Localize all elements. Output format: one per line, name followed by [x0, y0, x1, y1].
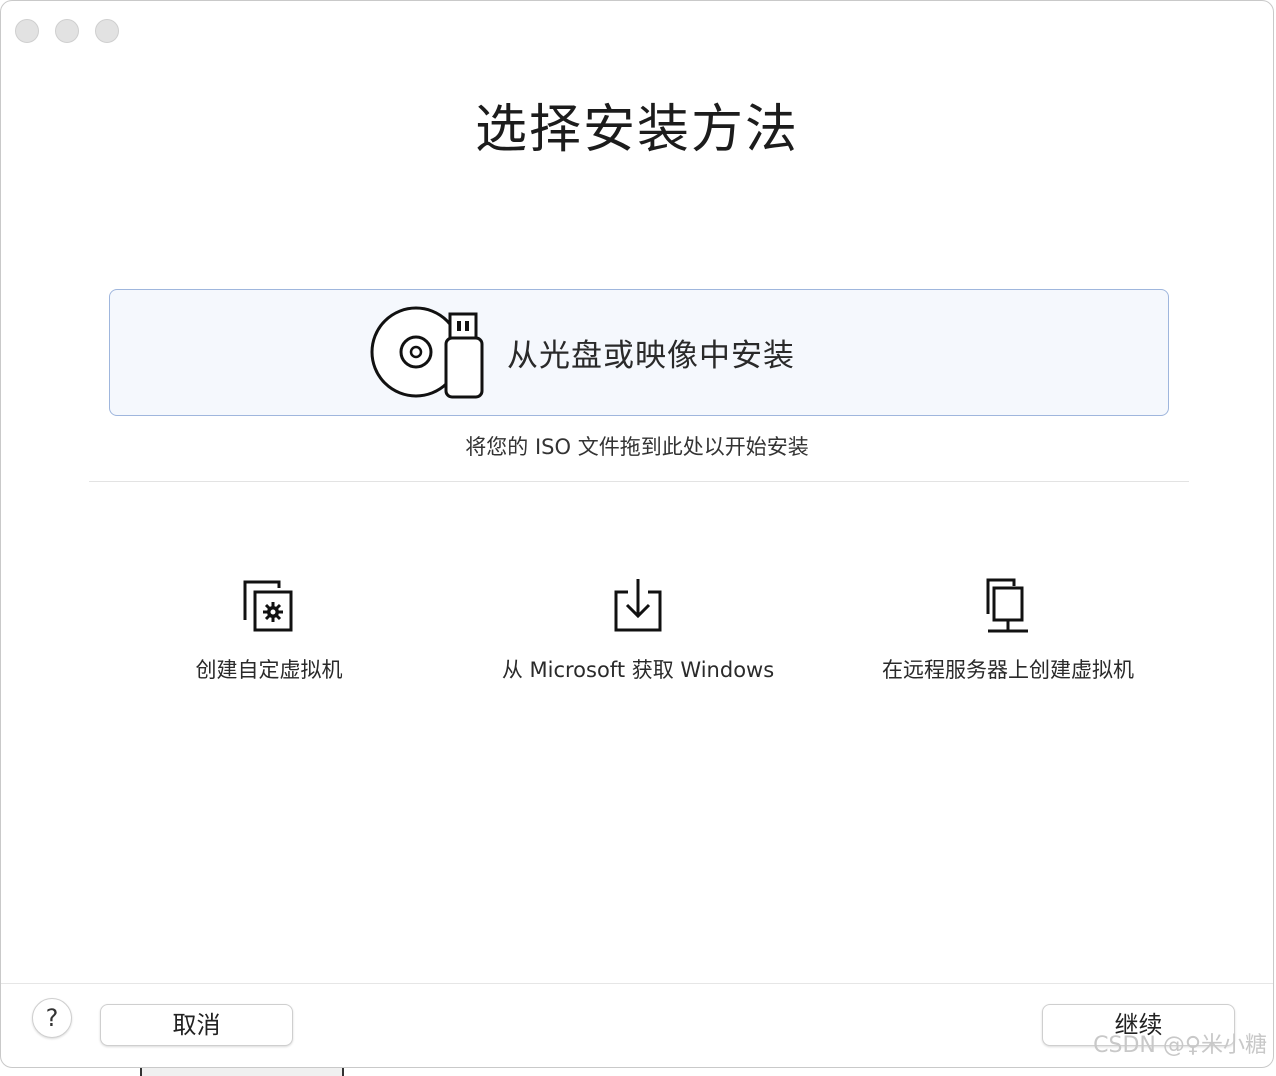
- help-button[interactable]: ?: [32, 998, 72, 1038]
- cancel-button[interactable]: 取消: [100, 1004, 293, 1046]
- download-icon: [614, 579, 662, 632]
- option-get-windows-label: 从 Microsoft 获取 Windows: [501, 658, 775, 682]
- remote-server-icon: [986, 578, 1028, 633]
- option-remote-server[interactable]: 在远程服务器上创建虚拟机: [867, 576, 1149, 684]
- install-from-disc-label: 从光盘或映像中安装: [507, 338, 795, 374]
- divider: [89, 481, 1189, 482]
- disc-usb-icon: [370, 306, 484, 399]
- window-controls: [15, 19, 119, 43]
- background-window-edge: [140, 1068, 344, 1076]
- drop-hint: 将您的 ISO 文件拖到此处以开始安装: [465, 435, 809, 459]
- footer-divider: [1, 983, 1273, 984]
- install-assistant-window: 选择安装方法 从光盘或映像中安装 将您的 ISO 文件拖到此处以开始安装 创建自…: [0, 0, 1274, 1068]
- page-title: 选择安装方法: [474, 100, 799, 160]
- watermark: CSDN @♀米小糖: [1093, 1033, 1267, 1058]
- close-window-button[interactable]: [15, 19, 39, 43]
- option-remote-server-label: 在远程服务器上创建虚拟机: [882, 658, 1134, 682]
- option-get-windows[interactable]: 从 Microsoft 获取 Windows: [488, 576, 788, 684]
- custom-vm-icon: [243, 580, 293, 632]
- install-from-disc-option[interactable]: 从光盘或映像中安装: [109, 289, 1169, 416]
- zoom-window-button[interactable]: [95, 19, 119, 43]
- option-custom-vm[interactable]: 创建自定虚拟机: [179, 576, 359, 684]
- minimize-window-button[interactable]: [55, 19, 79, 43]
- option-custom-vm-label: 创建自定虚拟机: [195, 658, 343, 682]
